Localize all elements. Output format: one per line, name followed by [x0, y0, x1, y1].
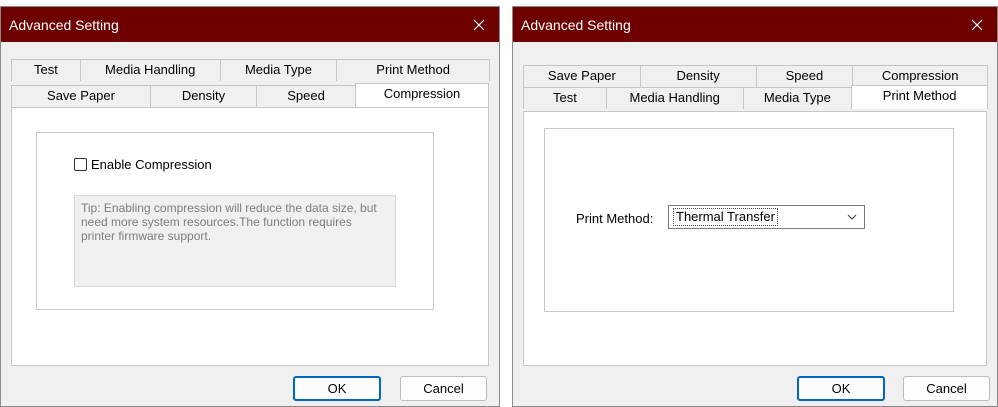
tab-compression[interactable]: Compression	[355, 83, 489, 107]
close-icon	[473, 19, 485, 30]
tab-strip: Test Media Handling Media Type Print Met…	[11, 59, 490, 107]
print-method-value: Thermal Transfer	[673, 208, 778, 226]
advanced-setting-dialog-compression: Advanced Setting Test Media Handling Med…	[0, 6, 500, 407]
tab-row-front: Save Paper Density Speed Compression	[11, 83, 489, 107]
tab-row-front: Test Media Handling Media Type Print Met…	[523, 85, 988, 109]
print-method-select[interactable]: Thermal Transfer	[668, 205, 865, 229]
close-icon	[971, 19, 983, 30]
tab-media-handling[interactable]: Media Handling	[605, 87, 744, 109]
enable-compression-checkbox-row[interactable]: Enable Compression	[74, 157, 212, 172]
title-bar: Advanced Setting	[1, 7, 499, 42]
tab-row-back: Save Paper Density Speed Compression	[523, 65, 988, 87]
tab-media-handling[interactable]: Media Handling	[79, 59, 221, 81]
tab-speed[interactable]: Speed	[256, 85, 356, 107]
compression-panel: Enable Compression Tip: Enabling compres…	[11, 107, 489, 366]
tab-print-method[interactable]: Print Method	[851, 85, 988, 109]
print-method-label: Print Method:	[576, 211, 654, 226]
close-button[interactable]	[957, 7, 997, 42]
chevron-down-icon	[847, 214, 857, 220]
tab-save-paper[interactable]: Save Paper	[11, 85, 151, 107]
tab-media-type[interactable]: Media Type	[219, 59, 338, 81]
close-button[interactable]	[459, 7, 499, 42]
tab-row-back: Test Media Handling Media Type Print Met…	[11, 59, 490, 81]
print-method-panel: Print Method: Thermal Transfer	[523, 111, 987, 366]
tab-density[interactable]: Density	[639, 65, 757, 87]
tab-test[interactable]: Test	[523, 87, 607, 109]
tab-test[interactable]: Test	[11, 59, 81, 81]
tab-print-method[interactable]: Print Method	[336, 59, 490, 81]
tab-media-type[interactable]: Media Type	[742, 87, 853, 109]
tab-speed[interactable]: Speed	[755, 65, 854, 87]
tab-density[interactable]: Density	[150, 85, 257, 107]
cancel-button[interactable]: Cancel	[400, 376, 487, 401]
ok-button[interactable]: OK	[797, 376, 885, 401]
dialog-title: Advanced Setting	[9, 17, 119, 33]
compression-group: Enable Compression Tip: Enabling compres…	[36, 132, 434, 310]
tab-compression[interactable]: Compression	[852, 65, 988, 87]
advanced-setting-dialog-print-method: Advanced Setting Save Paper Density Spee…	[512, 6, 998, 407]
dialog-title: Advanced Setting	[521, 17, 631, 33]
print-method-group: Print Method: Thermal Transfer	[544, 128, 954, 312]
ok-button[interactable]: OK	[293, 376, 381, 401]
cancel-button[interactable]: Cancel	[903, 376, 990, 401]
enable-compression-label: Enable Compression	[91, 157, 212, 172]
tab-save-paper[interactable]: Save Paper	[523, 65, 641, 87]
enable-compression-checkbox[interactable]	[74, 158, 87, 171]
title-bar: Advanced Setting	[513, 7, 997, 42]
tab-strip: Save Paper Density Speed Compression Tes…	[523, 65, 988, 113]
compression-tip: Tip: Enabling compression will reduce th…	[74, 195, 396, 287]
